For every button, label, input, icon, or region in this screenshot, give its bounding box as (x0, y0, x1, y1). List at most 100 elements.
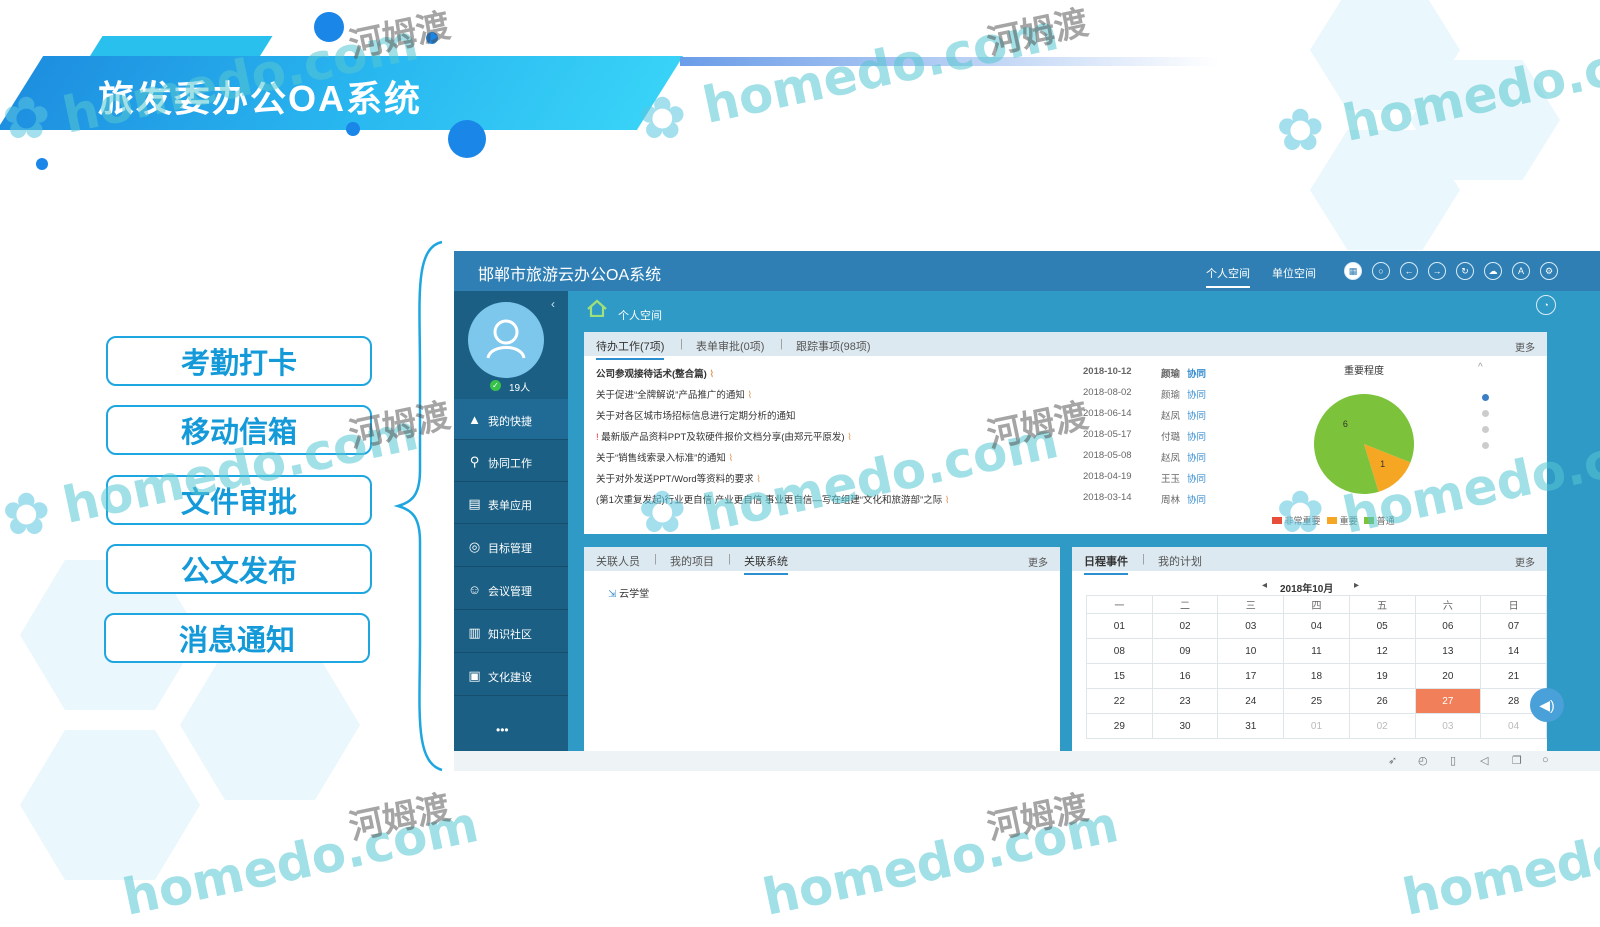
tab-personal-space[interactable]: 个人空间 (1206, 265, 1250, 288)
avatar[interactable] (468, 302, 544, 378)
weekday-header: 六 (1414, 595, 1482, 614)
flower-logo-icon: ✿ (2, 482, 51, 547)
calendar-day[interactable]: 10 (1217, 638, 1285, 664)
sidebar-item-culture[interactable]: ▣ 文化建设 (454, 655, 568, 696)
tab-related-people[interactable]: 关联人员 (596, 553, 640, 569)
grid-icon[interactable]: ▦ (1344, 262, 1362, 280)
calendar-day[interactable]: 18 (1283, 663, 1350, 689)
calendar-day[interactable]: 19 (1348, 663, 1416, 689)
collapse-icon[interactable]: ‹ (551, 297, 555, 311)
weekday-header: 二 (1151, 595, 1219, 614)
brace-connector (393, 240, 443, 772)
calendar-day[interactable]: 30 (1151, 713, 1219, 739)
page-dot[interactable] (1482, 442, 1489, 449)
schedule-more-link[interactable]: 更多 (1515, 554, 1535, 569)
calendar-day[interactable]: 29 (1086, 713, 1153, 739)
calendar-day[interactable]: 02 (1348, 713, 1416, 739)
sidebar-item-shortcuts[interactable]: ▲ 我的快捷 (454, 399, 568, 440)
tab-my-plan[interactable]: 我的计划 (1158, 553, 1202, 569)
refresh-icon[interactable]: ↻ (1456, 262, 1474, 280)
sidebar-item-collaboration[interactable]: ⚲ 协同工作 (454, 441, 568, 482)
list-item[interactable]: ⇲ 云学堂 (608, 585, 649, 600)
related-more-link[interactable]: 更多 (1028, 554, 1048, 569)
tab-unit-space[interactable]: 单位空间 (1272, 265, 1316, 281)
calendar-day[interactable]: 20 (1414, 663, 1482, 689)
page-dot[interactable] (1482, 410, 1489, 417)
table-row[interactable]: 公司参观接待话术(整合篇) ⌇ 2018-10-12 颜瑜 协同 (596, 362, 1216, 383)
chevron-up-icon[interactable]: ^ (1478, 362, 1483, 373)
calendar-day[interactable]: 03 (1414, 713, 1482, 739)
gear-icon[interactable]: ⚙ (1540, 262, 1558, 280)
calendar-day[interactable]: 31 (1217, 713, 1285, 739)
calendar-day[interactable]: 15 (1086, 663, 1153, 689)
calendar-day[interactable]: 07 (1480, 613, 1547, 639)
trash-icon[interactable]: ▯ (1450, 754, 1456, 767)
calendar-day[interactable]: 14 (1480, 638, 1547, 664)
calendar-day[interactable]: 17 (1217, 663, 1285, 689)
menu-item-attendance[interactable]: 考勤打卡 (106, 336, 372, 386)
online-status-icon: ✓ (490, 380, 501, 391)
calendar-day[interactable]: 01 (1283, 713, 1350, 739)
related-tabs: 关联人员 | 我的项目 | 关联系统 更多 (584, 547, 1060, 575)
back-icon[interactable]: ← (1400, 262, 1418, 280)
calendar-day[interactable]: 12 (1348, 638, 1416, 664)
next-month-button[interactable]: ▸ (1354, 580, 1359, 591)
calendar-day[interactable]: 25 (1283, 688, 1350, 714)
menu-item-notification[interactable]: 消息通知 (104, 613, 370, 663)
tab-todo[interactable]: 待办工作(7项) (596, 338, 665, 360)
flower-logo-icon: ✿ (638, 480, 687, 545)
tab-schedule-events[interactable]: 日程事件 (1084, 553, 1128, 575)
breadcrumb: 个人空间 (618, 310, 662, 322)
calendar-grid: 一二三四五六日 01 02 03 04 05 06 07 08 09 10 11 12 13 14 15 16 1… (1086, 595, 1547, 739)
table-row[interactable]: 关于促进“全牌解说”产品推广的通知 ⌇ 2018-08-02 颜瑜 协同 (596, 383, 1216, 404)
todo-more-link[interactable]: 更多 (1515, 339, 1535, 354)
sidebar-item-forms[interactable]: ▤ 表单应用 (454, 483, 568, 524)
forward-icon[interactable]: → (1428, 262, 1446, 280)
home-icon[interactable] (586, 299, 608, 317)
calendar-day[interactable]: 01 (1086, 613, 1153, 639)
tab-related-systems[interactable]: 关联系统 (744, 553, 788, 575)
calendar-day[interactable]: 26 (1348, 688, 1416, 714)
page-dot[interactable] (1482, 426, 1489, 433)
tab-form-approval[interactable]: 表单审批(0项) (696, 338, 764, 354)
calendar-day[interactable]: 08 (1086, 638, 1153, 664)
calendar-day[interactable]: 02 (1151, 613, 1219, 639)
menu-item-document-publish[interactable]: 公文发布 (106, 544, 372, 594)
tab-my-projects[interactable]: 我的项目 (670, 553, 714, 569)
cloud-icon[interactable]: ☁ (1484, 262, 1502, 280)
building-icon: ▣ (468, 668, 481, 683)
sidebar-item-knowledge[interactable]: ▥ 知识社区 (454, 612, 568, 653)
calendar-day[interactable]: 21 (1480, 663, 1547, 689)
speaker-icon[interactable]: ◀) (1530, 688, 1564, 722)
tab-tracking[interactable]: 跟踪事项(98项) (796, 338, 871, 354)
person-icon: ☺ (467, 582, 482, 597)
search-icon[interactable]: ○ (1372, 262, 1390, 280)
calendar-day[interactable]: 03 (1217, 613, 1285, 639)
search-icon[interactable]: ○ (1542, 754, 1549, 766)
calendar-day[interactable]: 09 (1151, 638, 1219, 664)
calendar-day[interactable]: 24 (1217, 688, 1285, 714)
app-header: 邯郸市旅游云办公OA系统 个人空间 单位空间 ▦ ○ ← → ↻ ☁ A ⚙ (454, 251, 1600, 291)
page-dot-active[interactable] (1482, 394, 1489, 401)
more-icon[interactable]: ••• (496, 723, 509, 737)
calendar-day-today[interactable]: 27 (1414, 688, 1482, 714)
volume-icon[interactable]: ◁ (1480, 754, 1488, 767)
history-icon[interactable]: ◴ (1418, 754, 1428, 767)
calendar-day[interactable]: 16 (1151, 663, 1219, 689)
calendar-day[interactable]: 11 (1283, 638, 1350, 664)
table-row[interactable]: 关于对各区城市场招标信息进行定期分析的通知 2018-06-14 赵凤 协同 (596, 404, 1216, 425)
calendar-day[interactable]: 06 (1414, 613, 1482, 639)
calendar-day[interactable]: 13 (1414, 638, 1482, 664)
font-size-icon[interactable]: A (1512, 262, 1530, 280)
calendar-day[interactable]: 04 (1283, 613, 1350, 639)
related-panel: 关联人员 | 我的项目 | 关联系统 更多 ⇲ 云学堂 (584, 547, 1060, 751)
clock-icon[interactable]: ◔ (1536, 295, 1556, 315)
window-icon[interactable]: ❐ (1512, 754, 1522, 767)
prev-month-button[interactable]: ◂ (1262, 580, 1267, 591)
rocket-icon[interactable]: ➶ (1388, 754, 1397, 767)
calendar-day[interactable]: 23 (1151, 688, 1219, 714)
calendar-day[interactable]: 05 (1348, 613, 1416, 639)
sidebar-item-goals[interactable]: ◎ 目标管理 (454, 526, 568, 567)
calendar-day[interactable]: 22 (1086, 688, 1153, 714)
sidebar-item-meetings[interactable]: ☺ 会议管理 (454, 569, 568, 610)
